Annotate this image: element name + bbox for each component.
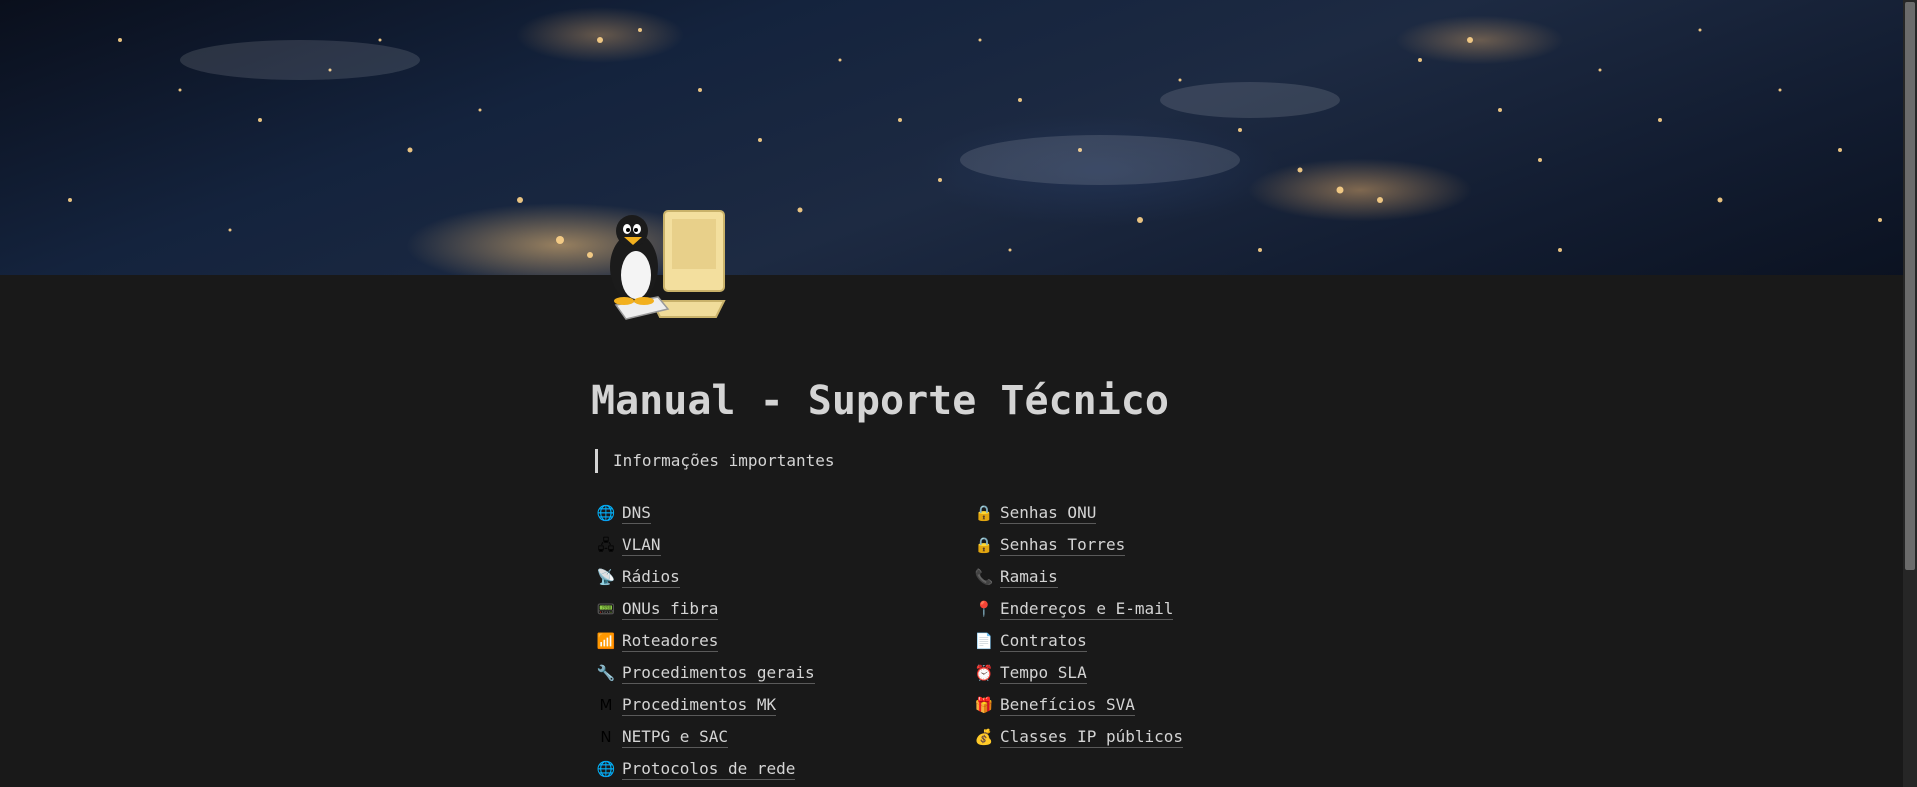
page-link-label: Senhas Torres [1000, 534, 1126, 556]
page-link-contratos[interactable]: 📄 Contratos [974, 625, 1183, 657]
page-link-label: Contratos [1000, 630, 1087, 652]
onu-device-icon: 📟 [596, 600, 616, 618]
page-link-label: Ramais [1000, 566, 1058, 588]
tux-penguin-computer-icon [610, 210, 726, 320]
router-icon: 📶 [596, 632, 616, 650]
page-link-r-dios[interactable]: 📡 Rádios [596, 561, 815, 593]
page-link-ramais[interactable]: 📞 Ramais [974, 561, 1183, 593]
page-link-roteadores[interactable]: 📶 Roteadores [596, 625, 815, 657]
page-link-benef-cios-sva[interactable]: 🎁 Benefícios SVA [974, 689, 1183, 721]
page-link-procedimentos-gerais[interactable]: 🔧 Procedimentos gerais [596, 657, 815, 689]
page-link-label: DNS [622, 502, 651, 524]
links-column-right: 🔒 Senhas ONU 🔒 Senhas Torres 📞 Ramais 📍 Endereç… [974, 497, 1184, 753]
page-link-label: Protocolos de rede [622, 758, 796, 780]
network-topology-icon: 🖧 [597, 536, 615, 554]
city-lights-pattern [68, 28, 1882, 258]
page-link-label: Endereços e E-mail [1000, 598, 1174, 620]
page-link-label: Benefícios SVA [1000, 694, 1135, 716]
scrollbar-thumb[interactable] [1905, 2, 1915, 570]
page-link-label: Procedimentos MK [622, 694, 777, 716]
mikrotik-icon: M [599, 696, 613, 714]
globe-icon: 🌐 [596, 760, 616, 778]
page-link-label: NETPG e SAC [622, 726, 728, 748]
wrench-icon: 🔧 [596, 664, 616, 682]
page-link-senhas-torres[interactable]: 🔒 Senhas Torres [974, 529, 1183, 561]
lock-icon: 🔒 [974, 504, 994, 522]
page-link-protocolos-de-rede[interactable]: 🌐 Protocolos de rede [596, 753, 815, 785]
page-link-label: Senhas ONU [1000, 502, 1097, 524]
phone-icon: 📞 [974, 568, 994, 586]
radio-tower-icon: 📡 [596, 568, 616, 586]
page-link-label: Procedimentos gerais [622, 662, 815, 684]
alarm-clock-icon: ⏰ [974, 664, 994, 682]
netpg-icon: N [600, 728, 612, 746]
gift-icon: 🎁 [974, 696, 994, 714]
page-link-classes-ip-p-blicos[interactable]: 💰 Classes IP públicos [974, 721, 1184, 753]
page-link-label: Tempo SLA [1000, 662, 1087, 684]
page-link-procedimentos-mk[interactable]: M Procedimentos MK [596, 689, 815, 721]
page-link-label: ONUs fibra [622, 598, 719, 620]
cover-image [0, 0, 1917, 275]
page-link-netpg-e-sac[interactable]: N NETPG e SAC [596, 721, 815, 753]
page-link-dns[interactable]: 🌐 DNS [596, 497, 815, 529]
map-pin-icon: 📍 [974, 600, 994, 618]
globe-network-icon: 🌐 [596, 504, 616, 522]
page-link-label: Classes IP públicos [1000, 726, 1184, 748]
page-link-tempo-sla[interactable]: ⏰ Tempo SLA [974, 657, 1183, 689]
links-column-left: 🌐 DNS 🖧 VLAN 📡 Rádios 📟 ONUs fibra 📶 Roteadores 🔧 P… [596, 497, 815, 785]
page-link-label: Roteadores [622, 630, 719, 652]
callout-quote: Informações importantes [595, 449, 835, 473]
page-link-vlan[interactable]: 🖧 VLAN [596, 529, 815, 561]
page-title: Manual - Suporte Técnico [591, 378, 1169, 424]
page-link-senhas-onu[interactable]: 🔒 Senhas ONU [974, 497, 1183, 529]
page-link-label: Rádios [622, 566, 680, 588]
page-link-endere-os-e-e-mail[interactable]: 📍 Endereços e E-mail [974, 593, 1183, 625]
vertical-scrollbar[interactable] [1903, 0, 1917, 787]
page-link-onus-fibra[interactable]: 📟 ONUs fibra [596, 593, 815, 625]
lock-icon: 🔒 [974, 536, 994, 554]
page-link-label: VLAN [622, 534, 661, 556]
document-icon: 📄 [974, 632, 994, 650]
money-bag-icon: 💰 [974, 728, 994, 746]
